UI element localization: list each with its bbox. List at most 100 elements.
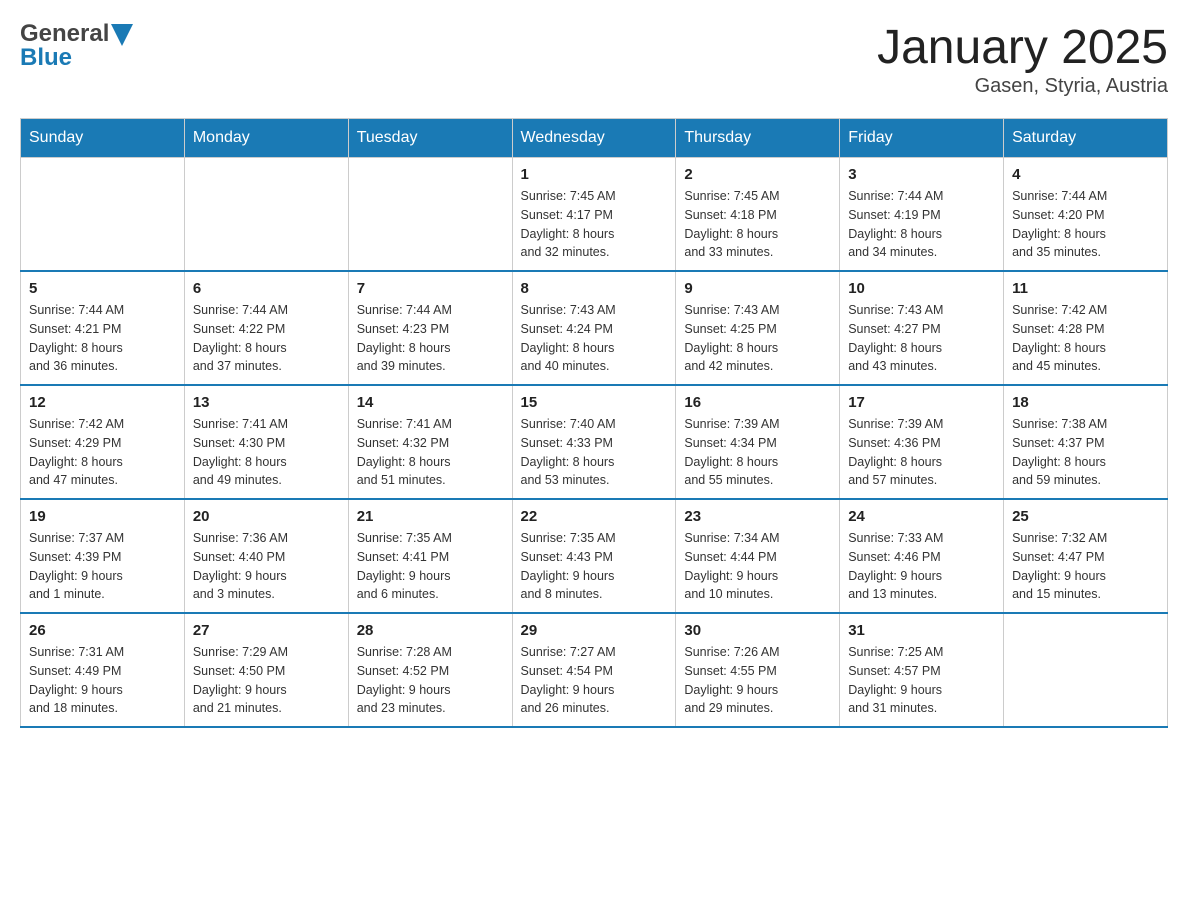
day-info: Sunrise: 7:37 AM Sunset: 4:39 PM Dayligh…	[29, 529, 176, 604]
calendar-cell: 4Sunrise: 7:44 AM Sunset: 4:20 PM Daylig…	[1004, 158, 1168, 272]
day-info: Sunrise: 7:45 AM Sunset: 4:17 PM Dayligh…	[521, 187, 668, 262]
day-number: 27	[193, 622, 340, 639]
day-info: Sunrise: 7:43 AM Sunset: 4:25 PM Dayligh…	[684, 301, 831, 376]
day-info: Sunrise: 7:26 AM Sunset: 4:55 PM Dayligh…	[684, 643, 831, 718]
day-number: 19	[29, 508, 176, 525]
weekday-header-sunday: Sunday	[21, 119, 185, 158]
calendar-cell	[21, 158, 185, 272]
day-info: Sunrise: 7:35 AM Sunset: 4:43 PM Dayligh…	[521, 529, 668, 604]
day-info: Sunrise: 7:31 AM Sunset: 4:49 PM Dayligh…	[29, 643, 176, 718]
location-subtitle: Gasen, Styria, Austria	[877, 75, 1168, 98]
day-info: Sunrise: 7:44 AM Sunset: 4:23 PM Dayligh…	[357, 301, 504, 376]
day-number: 5	[29, 280, 176, 297]
calendar-week-5: 26 Sunrise: 7:31 AM Sunset: 4:49 PM Dayli…	[21, 613, 1168, 727]
day-info: Sunrise: 7:43 AM Sunset: 4:27 PM Dayligh…	[848, 301, 995, 376]
day-info: Sunrise: 7:38 AM Sunset: 4:37 PM Dayligh…	[1012, 415, 1159, 490]
weekday-header-row: SundayMondayTuesdayWednesdayThursdayFrid…	[21, 119, 1168, 158]
day-number: 10	[848, 280, 995, 297]
day-number: 14	[357, 394, 504, 411]
day-info: Sunrise: 7:45 AM Sunset: 4:18 PM Dayligh…	[684, 187, 831, 262]
day-number: 23	[684, 508, 831, 525]
day-info: Sunrise: 7:29 AM Sunset: 4:50 PM Dayligh…	[193, 643, 340, 718]
calendar-cell: 25 Sunrise: 7:32 AM Sunset: 4:47 PM Dayli…	[1004, 499, 1168, 613]
calendar-cell: 10 Sunrise: 7:43 AM Sunset: 4:27 PM Dayli…	[840, 271, 1004, 385]
calendar-cell: 27 Sunrise: 7:29 AM Sunset: 4:50 PM Dayli…	[184, 613, 348, 727]
day-info: Sunrise: 7:44 AM Sunset: 4:20 PM Dayligh…	[1012, 187, 1159, 262]
day-number: 13	[193, 394, 340, 411]
day-number: 15	[521, 394, 668, 411]
day-info: Sunrise: 7:41 AM Sunset: 4:32 PM Dayligh…	[357, 415, 504, 490]
calendar-cell: 30Sunrise: 7:26 AM Sunset: 4:55 PM Dayli…	[676, 613, 840, 727]
day-info: Sunrise: 7:44 AM Sunset: 4:21 PM Dayligh…	[29, 301, 176, 376]
day-info: Sunrise: 7:43 AM Sunset: 4:24 PM Dayligh…	[521, 301, 668, 376]
calendar-week-1: 1 Sunrise: 7:45 AM Sunset: 4:17 PM Daylig…	[21, 158, 1168, 272]
day-number: 6	[193, 280, 340, 297]
calendar-table: SundayMondayTuesdayWednesdayThursdayFrid…	[20, 118, 1168, 728]
day-info: Sunrise: 7:42 AM Sunset: 4:28 PM Dayligh…	[1012, 301, 1159, 376]
day-info: Sunrise: 7:35 AM Sunset: 4:41 PM Dayligh…	[357, 529, 504, 604]
day-number: 7	[357, 280, 504, 297]
page-header: General Blue January 2025 Gasen, Styria,…	[20, 20, 1168, 98]
calendar-cell: 24 Sunrise: 7:33 AM Sunset: 4:46 PM Dayli…	[840, 499, 1004, 613]
calendar-cell: 2 Sunrise: 7:45 AM Sunset: 4:18 PM Daylig…	[676, 158, 840, 272]
calendar-cell	[184, 158, 348, 272]
day-number: 16	[684, 394, 831, 411]
calendar-cell: 8 Sunrise: 7:43 AM Sunset: 4:24 PM Daylig…	[512, 271, 676, 385]
day-number: 8	[521, 280, 668, 297]
calendar-cell: 19 Sunrise: 7:37 AM Sunset: 4:39 PM Dayli…	[21, 499, 185, 613]
calendar-cell	[348, 158, 512, 272]
day-number: 17	[848, 394, 995, 411]
day-info: Sunrise: 7:44 AM Sunset: 4:22 PM Dayligh…	[193, 301, 340, 376]
calendar-cell: 22 Sunrise: 7:35 AM Sunset: 4:43 PM Dayli…	[512, 499, 676, 613]
day-number: 21	[357, 508, 504, 525]
day-info: Sunrise: 7:39 AM Sunset: 4:34 PM Dayligh…	[684, 415, 831, 490]
calendar-header: SundayMondayTuesdayWednesdayThursdayFrid…	[21, 119, 1168, 158]
calendar-week-2: 5 Sunrise: 7:44 AM Sunset: 4:21 PM Daylig…	[21, 271, 1168, 385]
calendar-cell: 5 Sunrise: 7:44 AM Sunset: 4:21 PM Daylig…	[21, 271, 185, 385]
weekday-header-monday: Monday	[184, 119, 348, 158]
day-info: Sunrise: 7:34 AM Sunset: 4:44 PM Dayligh…	[684, 529, 831, 604]
calendar-cell: 23 Sunrise: 7:34 AM Sunset: 4:44 PM Dayli…	[676, 499, 840, 613]
calendar-cell: 7 Sunrise: 7:44 AM Sunset: 4:23 PM Daylig…	[348, 271, 512, 385]
calendar-week-4: 19 Sunrise: 7:37 AM Sunset: 4:39 PM Dayli…	[21, 499, 1168, 613]
day-number: 9	[684, 280, 831, 297]
month-year-title: January 2025	[877, 20, 1168, 75]
calendar-week-3: 12Sunrise: 7:42 AM Sunset: 4:29 PM Dayli…	[21, 385, 1168, 499]
weekday-header-thursday: Thursday	[676, 119, 840, 158]
day-number: 26	[29, 622, 176, 639]
day-number: 29	[521, 622, 668, 639]
day-info: Sunrise: 7:41 AM Sunset: 4:30 PM Dayligh…	[193, 415, 340, 490]
calendar-cell: 28Sunrise: 7:28 AM Sunset: 4:52 PM Dayli…	[348, 613, 512, 727]
calendar-cell: 3Sunrise: 7:44 AM Sunset: 4:19 PM Daylig…	[840, 158, 1004, 272]
day-info: Sunrise: 7:28 AM Sunset: 4:52 PM Dayligh…	[357, 643, 504, 718]
calendar-cell: 29Sunrise: 7:27 AM Sunset: 4:54 PM Dayli…	[512, 613, 676, 727]
day-info: Sunrise: 7:33 AM Sunset: 4:46 PM Dayligh…	[848, 529, 995, 604]
weekday-header-tuesday: Tuesday	[348, 119, 512, 158]
calendar-cell: 11 Sunrise: 7:42 AM Sunset: 4:28 PM Dayli…	[1004, 271, 1168, 385]
calendar-body: 1 Sunrise: 7:45 AM Sunset: 4:17 PM Daylig…	[21, 158, 1168, 728]
day-number: 12	[29, 394, 176, 411]
day-info: Sunrise: 7:25 AM Sunset: 4:57 PM Dayligh…	[848, 643, 995, 718]
calendar-cell: 13 Sunrise: 7:41 AM Sunset: 4:30 PM Dayli…	[184, 385, 348, 499]
weekday-header-wednesday: Wednesday	[512, 119, 676, 158]
day-number: 2	[684, 166, 831, 183]
day-number: 3	[848, 166, 995, 183]
logo: General Blue	[20, 20, 133, 72]
day-number: 1	[521, 166, 668, 183]
calendar-cell: 6 Sunrise: 7:44 AM Sunset: 4:22 PM Daylig…	[184, 271, 348, 385]
calendar-cell: 14 Sunrise: 7:41 AM Sunset: 4:32 PM Dayli…	[348, 385, 512, 499]
weekday-header-friday: Friday	[840, 119, 1004, 158]
day-number: 25	[1012, 508, 1159, 525]
day-number: 22	[521, 508, 668, 525]
calendar-cell: 9 Sunrise: 7:43 AM Sunset: 4:25 PM Daylig…	[676, 271, 840, 385]
title-block: January 2025 Gasen, Styria, Austria	[877, 20, 1168, 98]
calendar-cell: 16 Sunrise: 7:39 AM Sunset: 4:34 PM Dayli…	[676, 385, 840, 499]
day-info: Sunrise: 7:32 AM Sunset: 4:47 PM Dayligh…	[1012, 529, 1159, 604]
calendar-cell: 21 Sunrise: 7:35 AM Sunset: 4:41 PM Dayli…	[348, 499, 512, 613]
day-number: 24	[848, 508, 995, 525]
calendar-cell: 31Sunrise: 7:25 AM Sunset: 4:57 PM Dayli…	[840, 613, 1004, 727]
logo-triangle-icon	[111, 24, 133, 46]
calendar-cell: 1 Sunrise: 7:45 AM Sunset: 4:17 PM Daylig…	[512, 158, 676, 272]
day-info: Sunrise: 7:36 AM Sunset: 4:40 PM Dayligh…	[193, 529, 340, 604]
day-number: 11	[1012, 280, 1159, 297]
